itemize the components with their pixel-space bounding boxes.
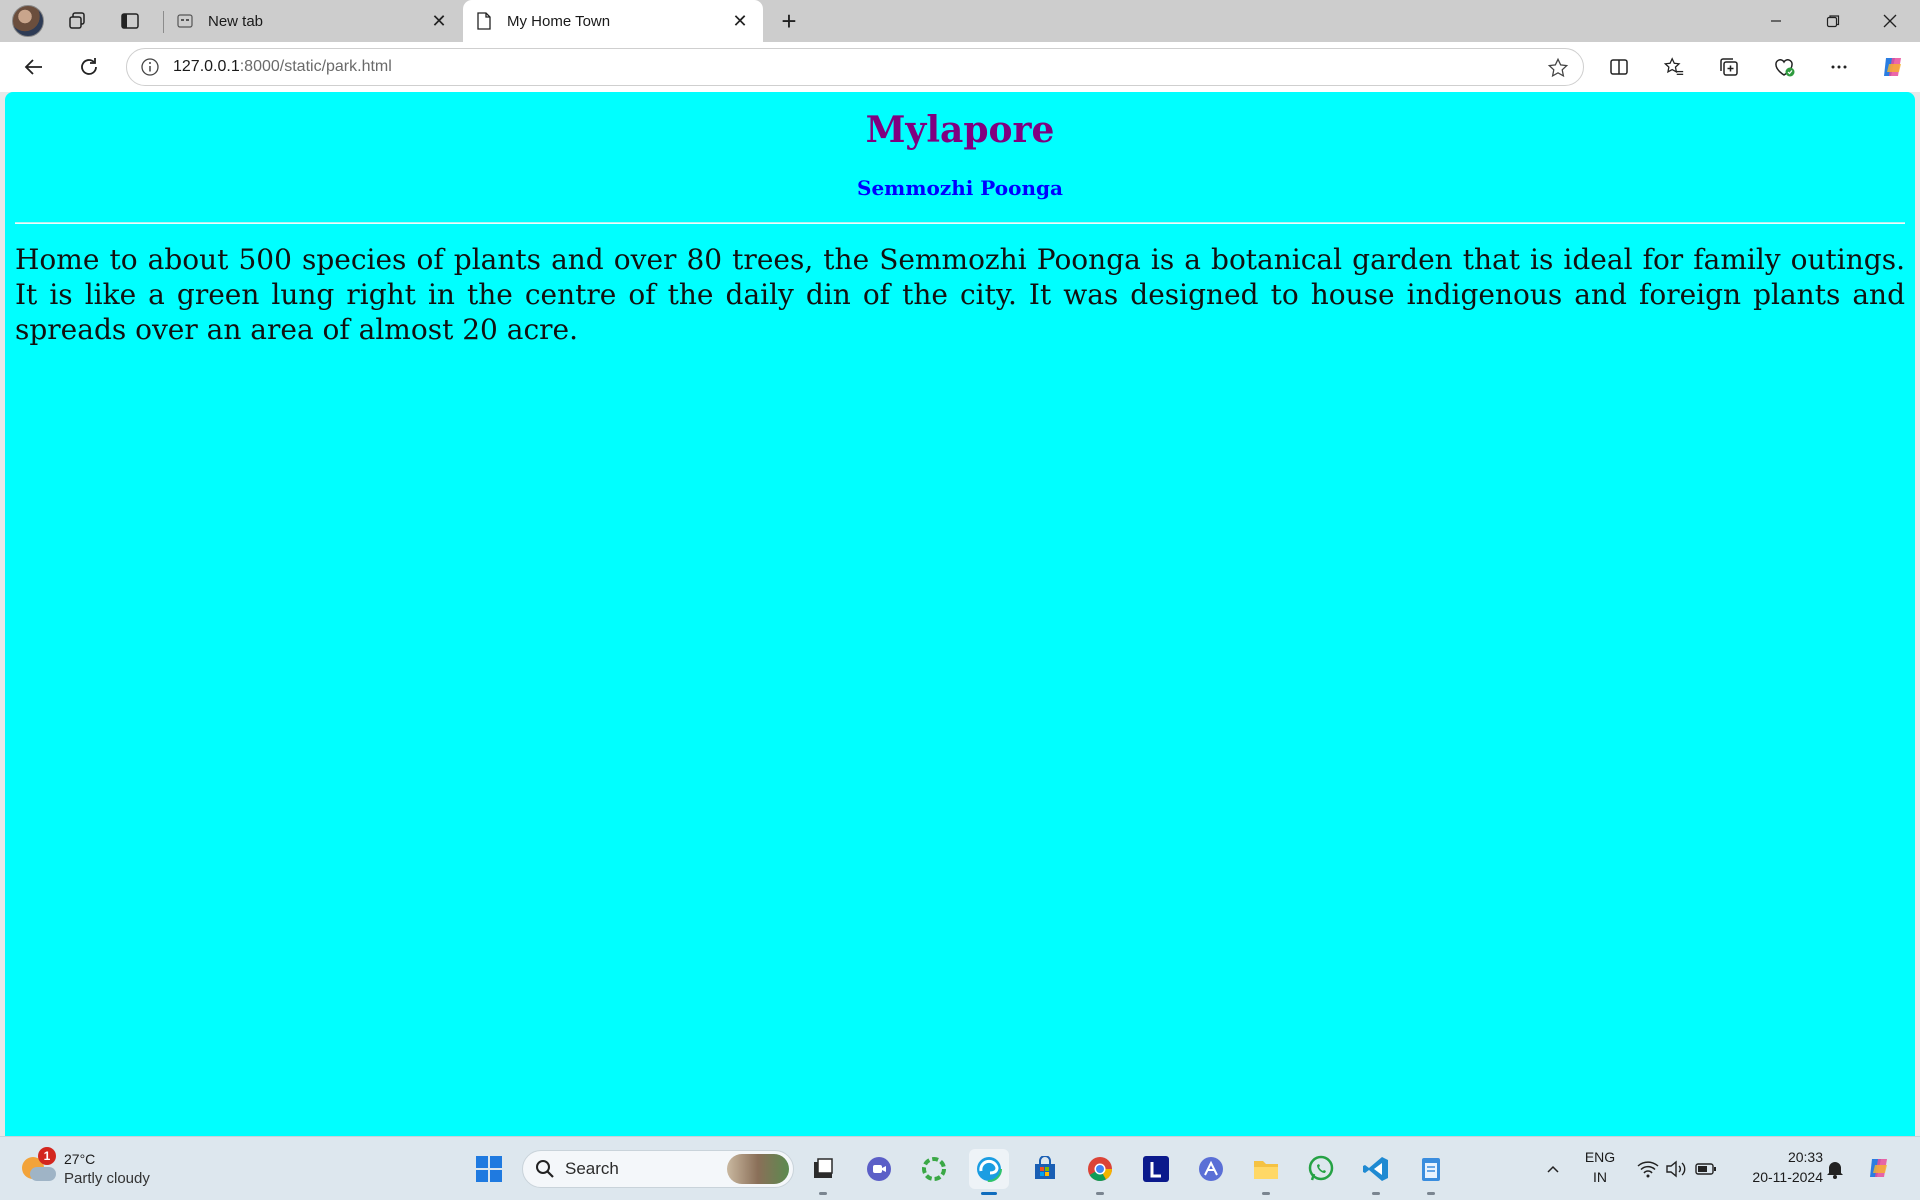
- weather-condition: Partly cloudy: [64, 1170, 150, 1187]
- url-text[interactable]: 127.0.0.1:8000/static/park.html: [173, 58, 392, 76]
- restore-window-icon[interactable]: [1805, 0, 1861, 42]
- split-screen-icon[interactable]: [1600, 49, 1638, 85]
- copilot-icon[interactable]: [1874, 49, 1912, 85]
- page-favicon-icon: [475, 12, 493, 30]
- browser-tab-strip: New tab ✕ My Home Town ✕ +: [0, 0, 1920, 42]
- profile-avatar[interactable]: [12, 5, 44, 37]
- new-tab-favicon-icon: [176, 12, 194, 30]
- collections-icon[interactable]: [1710, 49, 1748, 85]
- page-subtitle: Semmozhi Poonga: [857, 176, 1063, 200]
- address-bar[interactable]: 127.0.0.1:8000/static/park.html: [126, 48, 1584, 86]
- language-code: ENG: [1584, 1149, 1616, 1165]
- file-explorer-dark-icon[interactable]: [803, 1149, 843, 1195]
- tab-title: My Home Town: [507, 12, 611, 30]
- more-options-icon[interactable]: [1820, 49, 1858, 85]
- chrome-icon[interactable]: [1080, 1149, 1120, 1195]
- notification-bell-icon[interactable]: [1815, 1149, 1855, 1189]
- tab-title: New tab: [208, 12, 264, 30]
- vertical-tabs-icon[interactable]: [113, 6, 147, 36]
- url-path: :8000/static/park.html: [239, 58, 392, 75]
- clock-date: 20-11-2024: [1752, 1169, 1823, 1185]
- refresh-icon[interactable]: [70, 49, 108, 85]
- page-paragraph: Home to about 500 species of plants and …: [15, 243, 1905, 346]
- clock[interactable]: 20:33 20-11-2024: [1731, 1147, 1823, 1187]
- file-explorer-icon[interactable]: [1246, 1149, 1286, 1195]
- weather-widget[interactable]: 1 27°C Partly cloudy: [20, 1147, 150, 1191]
- weather-temperature: 27°C: [64, 1151, 96, 1167]
- page-viewport: Mylapore Semmozhi Poonga Home to about 5…: [5, 92, 1915, 1136]
- whatsapp-icon[interactable]: [1301, 1149, 1341, 1189]
- windows-taskbar: 1 27°C Partly cloudy Search ENG IN 20:33…: [0, 1136, 1920, 1200]
- horizontal-rule: [15, 222, 1905, 224]
- back-arrow-icon[interactable]: [15, 49, 53, 85]
- battery-icon[interactable]: [1686, 1149, 1726, 1189]
- url-host: 127.0.0.1: [173, 58, 240, 75]
- close-window-icon[interactable]: [1862, 0, 1918, 42]
- teams-icon[interactable]: [859, 1149, 899, 1189]
- language-indicator[interactable]: ENG IN: [1580, 1147, 1620, 1187]
- search-highlight-image: [727, 1154, 789, 1184]
- region-code: IN: [1593, 1169, 1607, 1185]
- ai-app-icon[interactable]: [1191, 1149, 1231, 1189]
- workspaces-icon[interactable]: [60, 6, 94, 36]
- partly-cloudy-icon: 1: [20, 1147, 56, 1187]
- search-icon: [536, 1160, 554, 1178]
- site-info-icon[interactable]: [127, 49, 173, 85]
- minimize-window-icon[interactable]: [1748, 0, 1804, 42]
- browser-essentials-icon[interactable]: [1765, 49, 1803, 85]
- new-tab-plus-icon[interactable]: +: [772, 4, 806, 38]
- favorites-icon[interactable]: [1655, 49, 1693, 85]
- chevron-up-icon[interactable]: [1533, 1149, 1573, 1189]
- copilot-taskbar-icon[interactable]: [1860, 1149, 1900, 1189]
- tab-new-tab[interactable]: New tab ✕: [164, 0, 462, 42]
- microsoft-store-icon[interactable]: [1025, 1149, 1065, 1189]
- page-title: Mylapore: [865, 109, 1055, 151]
- notepad-icon[interactable]: [1411, 1149, 1451, 1195]
- close-tab-icon[interactable]: ✕: [729, 10, 751, 32]
- l-app-icon[interactable]: [1136, 1149, 1176, 1189]
- favorite-star-icon[interactable]: [1543, 53, 1573, 83]
- search-placeholder: Search: [565, 1159, 619, 1178]
- taskbar-search-box[interactable]: Search: [522, 1150, 794, 1188]
- browser-toolbar: 127.0.0.1:8000/static/park.html: [0, 42, 1920, 92]
- refresh-app-icon[interactable]: [914, 1149, 954, 1189]
- clock-time: 20:33: [1787, 1149, 1823, 1165]
- windows-start-icon[interactable]: [469, 1149, 509, 1189]
- edge-icon[interactable]: [969, 1149, 1009, 1195]
- vscode-icon[interactable]: [1356, 1149, 1396, 1195]
- close-tab-icon[interactable]: ✕: [428, 10, 450, 32]
- weather-badge: 1: [38, 1147, 56, 1165]
- tab-my-home-town[interactable]: My Home Town ✕: [463, 0, 763, 42]
